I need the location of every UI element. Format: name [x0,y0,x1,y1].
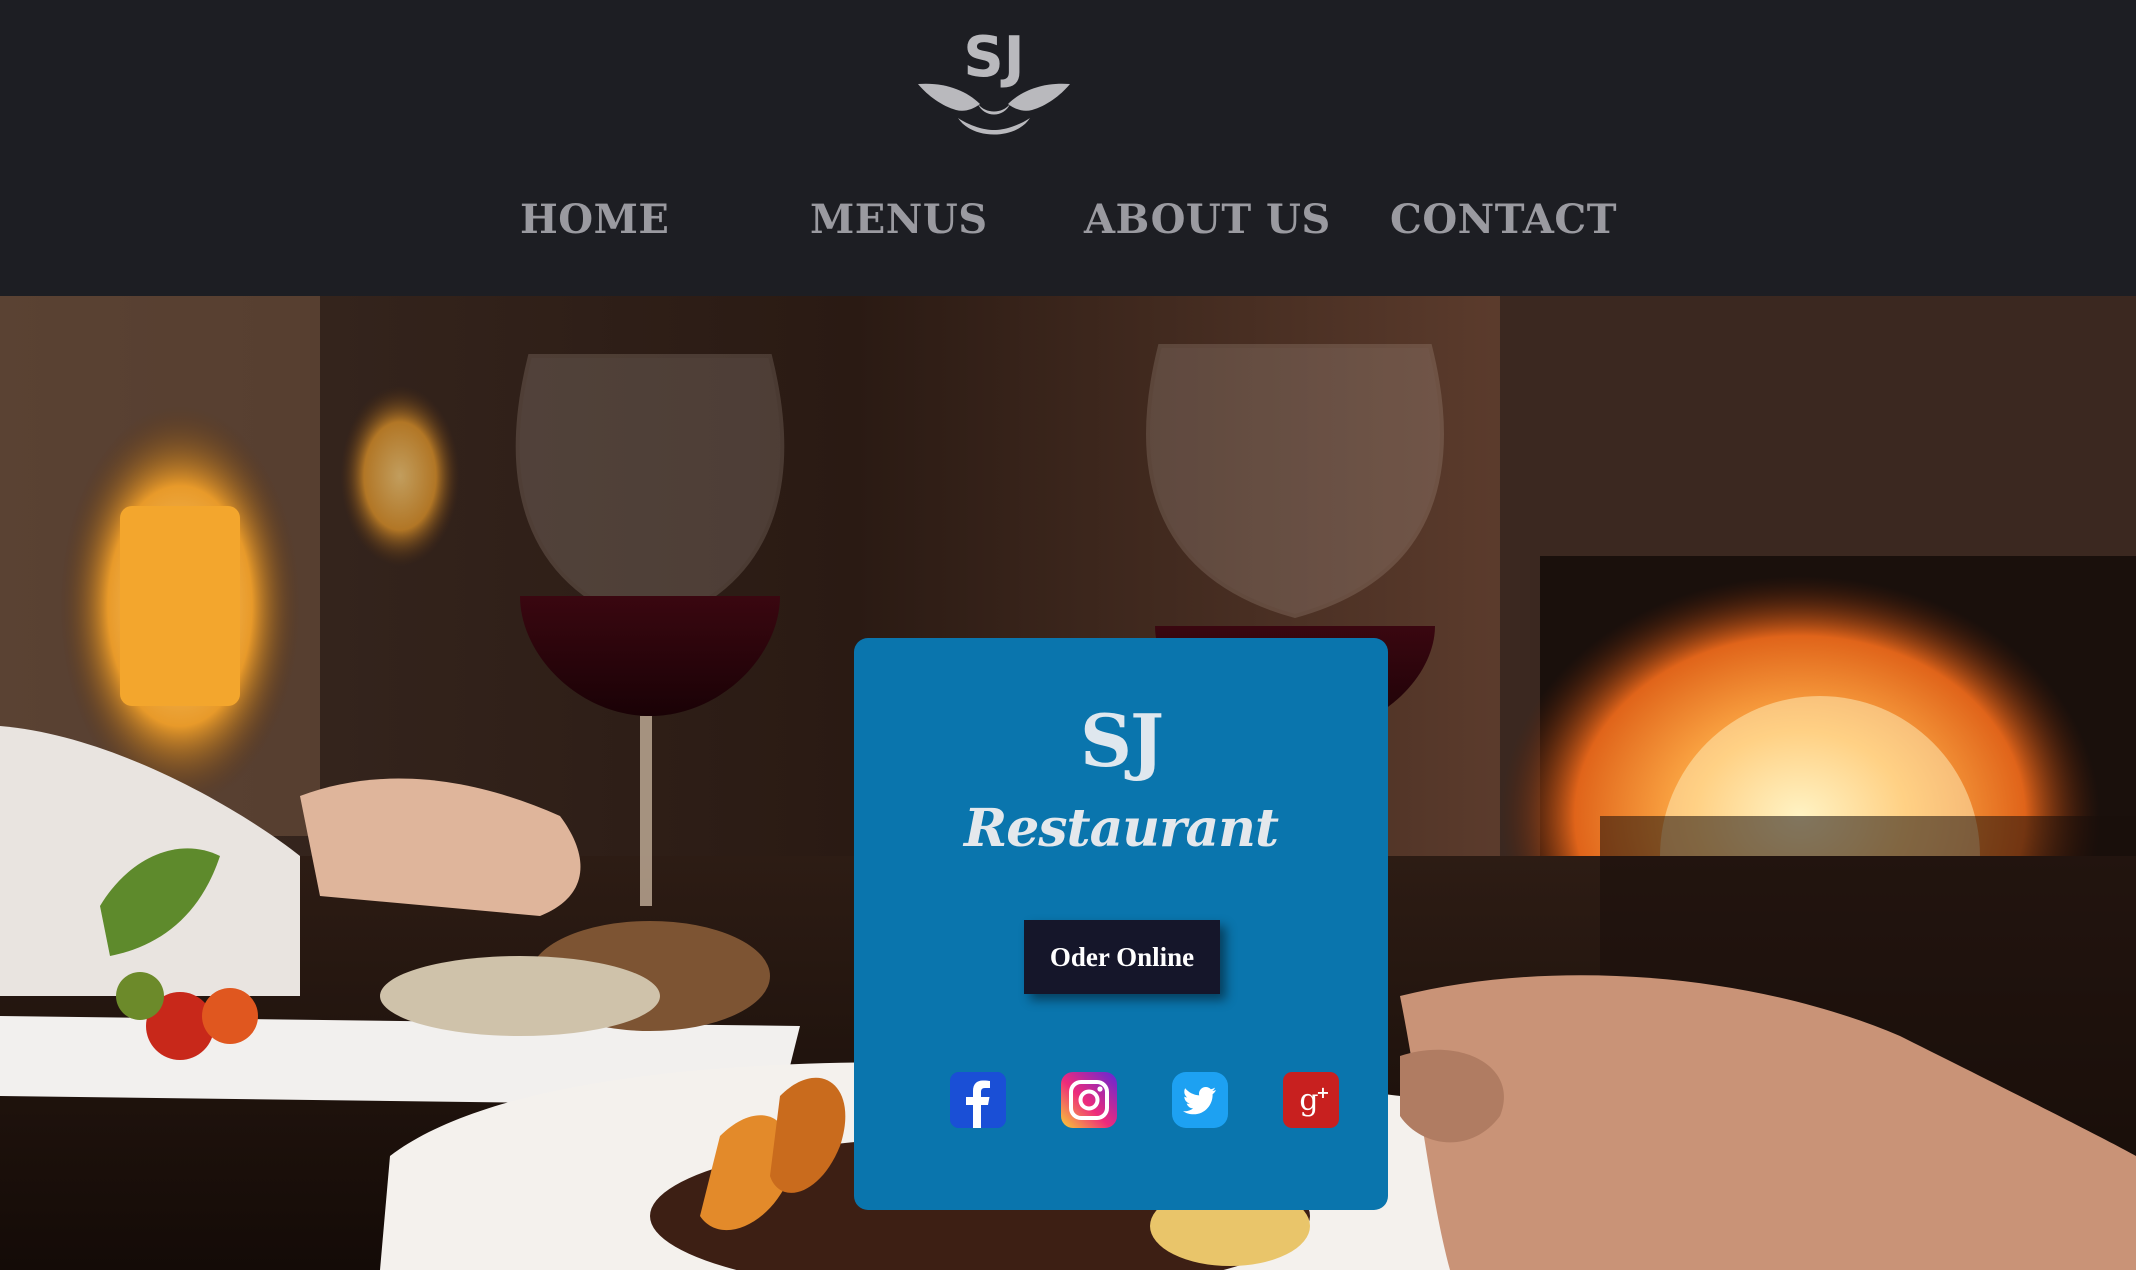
nav-home[interactable]: HOME [520,196,669,243]
svg-text:+: + [1316,1083,1329,1102]
google-plus-icon[interactable]: g + [1283,1072,1339,1128]
restaurant-card: SJ Restaurant Oder Online g + [854,638,1388,1210]
facebook-icon[interactable] [950,1072,1006,1128]
hero-section: SJ Restaurant Oder Online g + [0,296,2136,1270]
sj-logo-text: SJ [963,25,1024,90]
nav-menus[interactable]: MENUS [810,196,988,243]
instagram-icon[interactable] [1061,1072,1117,1128]
main-nav: HOME MENUS ABOUT US CONTACT [0,196,2136,262]
nav-contact[interactable]: CONTACT [1390,196,1617,243]
card-title: Restaurant [963,798,1279,859]
site-header: SJ HOME MENUS ABOUT US CONTACT [0,0,2136,296]
card-logo-mark: SJ [1079,698,1164,783]
nav-about-us[interactable]: ABOUT US [1084,196,1331,243]
twitter-icon[interactable] [1172,1072,1228,1128]
order-online-button[interactable]: Oder Online [1024,920,1220,994]
sj-logo[interactable]: SJ [914,20,1074,142]
